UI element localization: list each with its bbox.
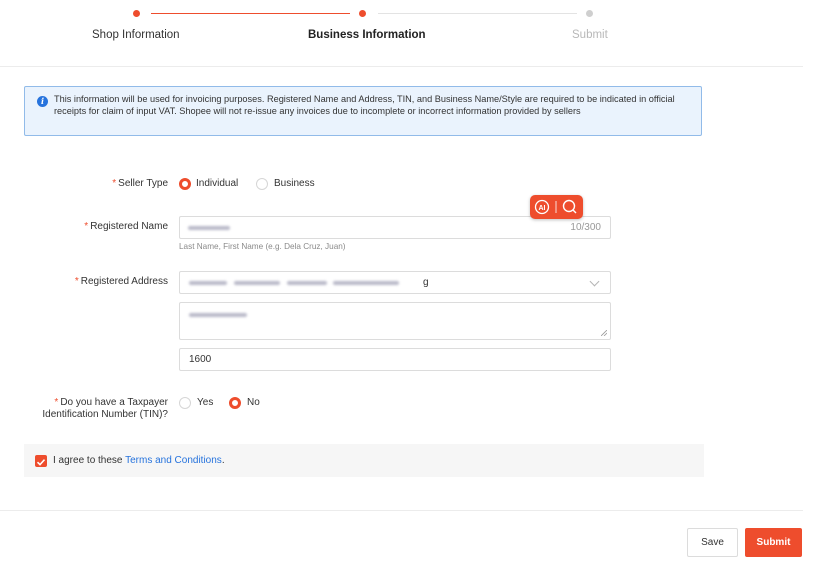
seller-type-business-radio[interactable]	[256, 178, 268, 190]
progress-stepper: Shop Information Business Information Su…	[0, 0, 803, 67]
terms-and-conditions-link[interactable]: Terms and Conditions	[125, 455, 222, 466]
seller-type-individual-radio[interactable]	[179, 178, 191, 190]
tin-yes-radio[interactable]	[179, 397, 191, 409]
seller-type-individual-label[interactable]: Individual	[196, 178, 238, 189]
tin-label: * Do you have a Taxpayer Identification N…	[42, 397, 168, 420]
step-dot-submit	[586, 10, 593, 17]
footer-divider	[0, 510, 803, 511]
step-dot-shop-information	[133, 10, 140, 17]
street-address-textarea[interactable]	[179, 302, 611, 340]
registered-name-input[interactable]: 10/300	[179, 216, 611, 239]
region-select-value: g	[423, 277, 429, 288]
info-icon: i	[37, 96, 48, 107]
registered-address-label: * Registered Address	[74, 276, 168, 287]
required-mark: *	[54, 397, 59, 408]
step-label-shop-information: Shop Information	[92, 29, 180, 41]
tin-yes-label[interactable]: Yes	[197, 397, 213, 408]
terms-checkbox[interactable]	[35, 455, 47, 467]
step-connector	[378, 13, 577, 14]
tin-no-radio[interactable]	[229, 397, 241, 409]
region-select[interactable]: g	[179, 271, 611, 294]
postal-code-value: 1600	[189, 354, 212, 365]
step-label-submit: Submit	[572, 29, 608, 41]
registered-name-helper: Last Name, First Name (e.g. Dela Cruz, J…	[179, 242, 346, 251]
info-banner-text: This information will be used for invoic…	[54, 94, 675, 116]
registered-name-label: * Registered Name	[84, 221, 168, 232]
terms-agreement-text: I agree to these Terms and Conditions.	[53, 455, 225, 466]
tin-no-label[interactable]: No	[247, 397, 260, 408]
ai-search-icons[interactable]: AI	[530, 195, 583, 219]
seller-type-business-label[interactable]: Business	[274, 178, 315, 189]
resize-handle-icon[interactable]	[601, 330, 607, 336]
terms-agreement-bar: I agree to these Terms and Conditions.	[24, 444, 704, 477]
registered-name-char-counter: 10/300	[570, 222, 601, 233]
seller-type-label: * Seller Type	[112, 178, 168, 189]
checkmark-icon	[36, 459, 46, 466]
step-label-business-information: Business Information	[308, 29, 426, 41]
info-banner: i This information will be used for invo…	[24, 86, 702, 136]
required-mark: *	[74, 276, 79, 287]
required-mark: *	[112, 178, 117, 189]
submit-button[interactable]: Submit	[745, 528, 802, 557]
redacted-text	[188, 226, 230, 230]
save-button[interactable]: Save	[687, 528, 738, 557]
step-dot-business-information	[359, 10, 366, 17]
required-mark: *	[84, 221, 89, 232]
floating-ai-search-tool[interactable]: AI	[530, 195, 583, 219]
step-connector	[151, 13, 350, 14]
postal-code-input[interactable]: 1600	[179, 348, 611, 371]
chevron-down-icon	[589, 276, 600, 287]
svg-text:AI: AI	[539, 205, 546, 212]
